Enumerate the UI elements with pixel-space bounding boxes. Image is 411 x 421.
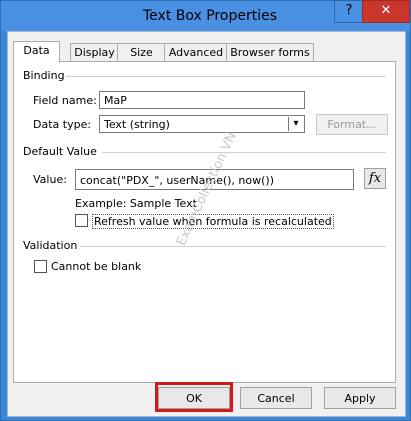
tab-size[interactable]: Size	[117, 43, 166, 62]
help-button[interactable]: ?	[334, 0, 364, 23]
binding-divider	[66, 76, 386, 77]
refresh-checkbox-label[interactable]: Refresh value when formula is recalculat…	[92, 214, 334, 229]
field-name-label: Field name:	[33, 94, 97, 107]
tab-advanced[interactable]: Advanced	[164, 43, 228, 62]
data-type-label: Data type:	[33, 118, 92, 131]
data-type-select[interactable]: Text (string) ▾	[99, 115, 305, 133]
tab-data[interactable]: Data	[13, 41, 60, 63]
validation-group-label: Validation	[23, 239, 78, 252]
default-value-group-label: Default Value	[23, 145, 97, 158]
fx-icon[interactable]: fx	[364, 168, 386, 189]
example-text: Example: Sample Text	[75, 197, 197, 210]
validation-divider	[80, 246, 386, 247]
cannot-be-blank-checkbox[interactable]	[34, 260, 47, 273]
value-label: Value:	[33, 173, 67, 186]
ok-button[interactable]: OK	[158, 387, 230, 409]
cancel-button[interactable]: Cancel	[240, 387, 312, 409]
binding-group-label: Binding	[23, 69, 65, 82]
format-button[interactable]: Format...	[316, 114, 388, 135]
dialog-body: Data Display Size Advanced Browser forms…	[7, 31, 406, 417]
apply-button[interactable]: Apply	[324, 387, 396, 409]
text-box-properties-dialog: Text Box Properties ? ✕ Data Display Siz…	[0, 0, 411, 421]
data-tab-panel: Binding Field name: MaP Data type: Text …	[13, 61, 396, 383]
data-type-value: Text (string)	[104, 118, 170, 131]
tab-display[interactable]: Display	[70, 43, 119, 62]
field-name-input[interactable]: MaP	[99, 91, 305, 109]
window-title: Text Box Properties	[143, 8, 277, 24]
cannot-be-blank-label[interactable]: Cannot be blank	[51, 260, 141, 273]
default-value-divider	[102, 152, 386, 153]
chevron-down-icon[interactable]: ▾	[288, 117, 303, 131]
tab-browser-forms[interactable]: Browser forms	[226, 43, 314, 62]
refresh-checkbox[interactable]	[75, 214, 88, 227]
title-bar[interactable]: Text Box Properties ? ✕	[1, 0, 410, 31]
close-button[interactable]: ✕	[362, 0, 410, 23]
